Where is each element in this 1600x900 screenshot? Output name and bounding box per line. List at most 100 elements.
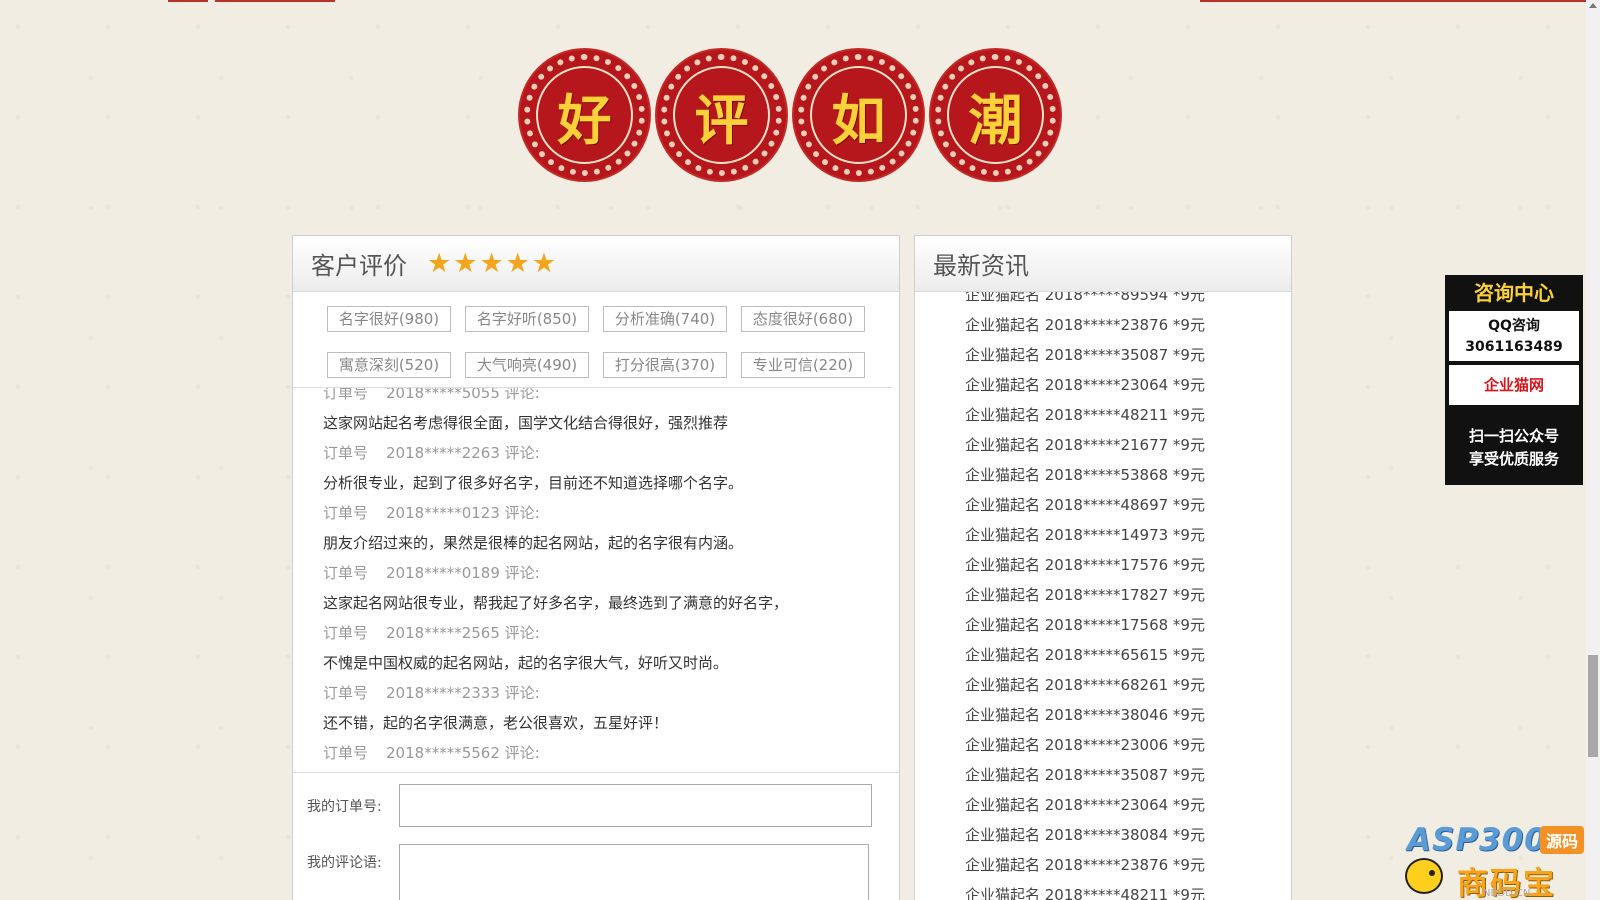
star-icon: ★ [531,248,557,279]
review-tag[interactable]: 名字很好(980) [327,306,451,332]
seal-char: 如 [831,87,886,152]
scan-qr-text: 扫一扫公众号 享受优质服务 [1449,425,1579,471]
review-tag[interactable]: 态度很好(680) [741,306,865,332]
news-item[interactable]: 企业猫起名 2018*****38084 *9元 [965,820,1205,850]
comment-label: 我的评论语: [307,855,382,871]
review-list[interactable]: 订单号 2018*****5055 评论: 这家网站起名考虑得很全面，国学文化结合得… [293,388,899,773]
news-item[interactable]: 企业猫起名 2018*****48697 *9元 [965,490,1205,520]
title-seal: 好 [520,50,649,180]
customer-review-panel: 客户评价 ★ ★ ★ ★ ★ 名字很好(980) 名字好听(850) 分析准确(740) 态度… [292,235,900,900]
news-item[interactable]: 企业猫起名 2018*****89594 *9元 [965,292,1205,310]
order-label: 订单号 [323,684,369,702]
order-label: 订单号 [323,444,369,462]
brand-link[interactable]: 企业猫网 [1449,365,1579,405]
review-tag-list: 名字很好(980) 名字好听(850) 分析准确(740) 态度很好(680) 寓意深刻… [293,292,893,388]
review-tag[interactable]: 大气响亮(490) [465,351,589,378]
order-number-label: 我的订单号: [307,799,382,815]
order-label: 订单号 [323,504,369,522]
site-watermark-logo: ASP300 源码 商码宝 NBDD.CN [1405,822,1590,900]
news-item[interactable]: 企业猫起名 2018*****38046 *9元 [965,700,1205,730]
review-order-line: 订单号 2018*****5562 评论: [323,738,788,768]
review-order-line: 订单号 2018*****0189 评论: [323,558,788,588]
watermark-url: NBDD.CN [1483,888,1531,899]
watermark-tag: 源码 [1540,826,1585,854]
review-order-line: 订单号 2018*****0123 评论: [323,498,788,528]
title-seal: 如 [794,50,923,180]
order-number: 2018*****5562 评论: [386,744,540,762]
page-title-seals: 好 评 如 潮 [520,50,1060,182]
watermark-logo-text: ASP300 [1407,822,1547,858]
order-label: 订单号 [323,744,369,762]
news-item[interactable]: 企业猫起名 2018*****23876 *9元 [965,850,1205,880]
review-comment: 朋友介绍过来的，果然是很棒的起名网站，起的名字很有内涵。 [323,534,744,552]
review-comment: 不愧是中国权威的起名网站，起的名字很大气，好听又时尚。 [323,654,729,672]
news-item[interactable]: 企业猫起名 2018*****17568 *9元 [965,610,1205,640]
news-item[interactable]: 企业猫起名 2018*****17827 *9元 [965,580,1205,610]
qq-label: QQ咨询 [1488,318,1540,334]
review-order-line: 订单号 2018*****2263 评论: [323,438,788,468]
rating-stars: ★ ★ ★ ★ ★ [427,250,556,277]
news-panel-title: 最新资讯 [933,252,1029,280]
order-number: 2018*****2565 评论: [386,624,540,642]
news-item[interactable]: 企业猫起名 2018*****23064 *9元 [965,370,1205,400]
chick-mascot-icon [1405,858,1443,894]
review-comment: 这家网站起名考虑得很全面，国学文化结合得很好，强烈推荐 [323,414,729,432]
order-number: 2018*****2263 评论: [386,444,540,462]
star-icon: ★ [505,248,530,279]
comment-row: 我的评论语: [307,844,869,900]
news-item[interactable]: 企业猫起名 2018*****23876 *9元 [965,310,1205,340]
title-seal: 潮 [931,50,1060,180]
consult-title: 咨询中心 [1474,281,1554,305]
comment-textarea[interactable] [399,844,869,900]
star-icon: ★ [453,248,478,279]
star-icon: ★ [479,248,504,279]
news-item[interactable]: 企业猫起名 2018*****53868 *9元 [965,460,1205,490]
review-tag[interactable]: 专业可信(220) [741,351,865,378]
order-number: 2018*****2333 评论: [386,684,540,702]
news-item[interactable]: 企业猫起名 2018*****23064 *9元 [965,790,1205,820]
news-item[interactable]: 企业猫起名 2018*****68261 *9元 [965,670,1205,700]
review-order-line: 订单号 2018*****2333 评论: [323,678,788,708]
news-item[interactable]: 企业猫起名 2018*****23006 *9元 [965,730,1205,760]
review-comment: 分析很专业，起到了很多好名字，目前还不知道选择哪个名字。 [323,474,744,492]
review-tag[interactable]: 打分很高(370) [603,351,727,378]
seal-char: 好 [557,87,612,152]
order-number-input[interactable] [399,784,872,827]
scan-line-1: 扫一扫公众号 [1468,427,1559,445]
qq-consult-link[interactable]: QQ咨询 3061163489 [1449,311,1579,361]
review-tag[interactable]: 分析准确(740) [603,306,727,332]
review-tag[interactable]: 名字好听(850) [465,306,589,332]
order-label: 订单号 [323,624,369,642]
order-label: 订单号 [323,564,369,582]
review-order-line: 订单号 2018*****5055 评论: [323,388,788,408]
review-tag[interactable]: 寓意深刻(520) [327,351,451,378]
review-panel-title: 客户评价 [311,252,407,280]
order-number: 2018*****0123 评论: [386,504,540,522]
title-seal: 评 [657,50,786,180]
page-scrollbar[interactable] [1586,0,1600,900]
order-label: 订单号 [323,388,369,402]
news-item[interactable]: 企业猫起名 2018*****48211 *9元 [965,880,1205,900]
news-item[interactable]: 企业猫起名 2018*****21677 *9元 [965,430,1205,460]
scrollbar-thumb[interactable] [1588,655,1598,757]
top-border [0,0,1600,2]
order-number: 2018*****0189 评论: [386,564,540,582]
latest-news-panel: 最新资讯 企业猫起名 2018*****89594 *9元 企业猫起名 2018*… [914,235,1292,900]
news-list[interactable]: 企业猫起名 2018*****89594 *9元 企业猫起名 2018*****2… [915,292,1291,900]
review-order-line: 订单号 2018*****2565 评论: [323,618,788,648]
news-item[interactable]: 企业猫起名 2018*****35087 *9元 [965,340,1205,370]
news-panel-header: 最新资讯 [915,236,1291,292]
qq-number: 3061163489 [1465,339,1563,355]
news-item[interactable]: 企业猫起名 2018*****17576 *9元 [965,550,1205,580]
news-item[interactable]: 企业猫起名 2018*****14973 *9元 [965,520,1205,550]
order-number: 2018*****5055 评论: [386,388,540,402]
news-item[interactable]: 企业猫起名 2018*****35087 *9元 [965,760,1205,790]
star-icon: ★ [427,248,452,279]
news-item[interactable]: 企业猫起名 2018*****65615 *9元 [965,640,1205,670]
consult-center-widget: 咨询中心 QQ咨询 3061163489 企业猫网 扫一扫公众号 享受优质服务 [1445,275,1583,485]
scan-line-2: 享受优质服务 [1468,450,1559,468]
order-number-row: 我的订单号: [307,784,872,827]
seal-char: 潮 [968,87,1023,152]
scroll-up-arrow-icon[interactable] [1589,3,1597,8]
news-item[interactable]: 企业猫起名 2018*****48211 *9元 [965,400,1205,430]
